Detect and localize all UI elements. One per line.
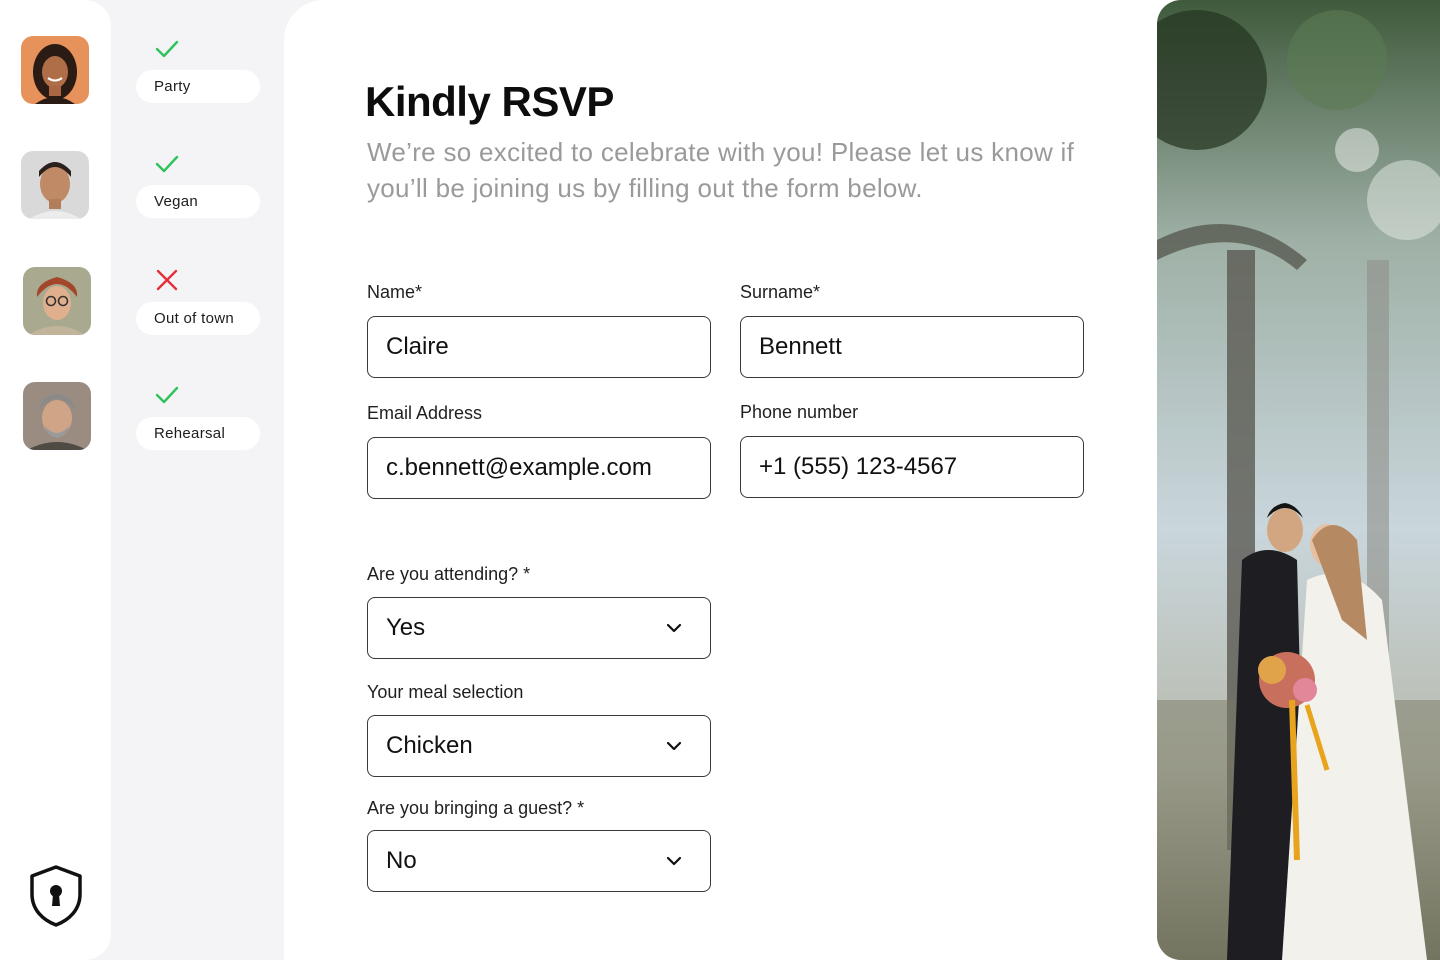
email-value: c.bennett@example.com <box>386 454 652 481</box>
status-badge[interactable]: Out of town <box>136 302 260 335</box>
phone-field[interactable]: +1 (555) 123-4567 <box>740 436 1084 498</box>
check-icon <box>155 155 179 173</box>
guest-label: Are you bringing a guest? * <box>367 798 585 818</box>
email-field[interactable]: c.bennett@example.com <box>367 437 711 499</box>
guest-avatar-2[interactable] <box>21 151 89 219</box>
meal-value: Chicken <box>386 732 473 759</box>
name-field[interactable]: Claire <box>367 316 711 378</box>
surname-label: Surname* <box>740 282 821 302</box>
page-subtitle: We’re so excited to celebrate with you! … <box>367 137 1075 203</box>
status-badge[interactable]: Party <box>136 70 260 103</box>
page-title: Kindly RSVP <box>365 78 614 125</box>
attending-label: Are you attending? * <box>367 564 531 584</box>
chevron-down-icon <box>666 856 682 866</box>
guest-value: No <box>386 847 417 874</box>
attending-select[interactable]: Yes <box>367 597 711 659</box>
guest-avatar-3[interactable] <box>23 267 91 335</box>
check-icon <box>155 386 179 404</box>
surname-value: Bennett <box>759 333 842 360</box>
shield-lock-icon[interactable] <box>28 864 84 928</box>
surname-field[interactable]: Bennett <box>740 316 1084 378</box>
guest-avatar-1[interactable] <box>21 36 89 104</box>
guest-select[interactable]: No <box>367 830 711 892</box>
wedding-couple-photo <box>1157 0 1440 960</box>
meal-select[interactable]: Chicken <box>367 715 711 777</box>
guest-avatar-4[interactable] <box>23 382 91 450</box>
phone-value: +1 (555) 123-4567 <box>759 453 958 480</box>
attending-value: Yes <box>386 614 426 641</box>
name-value: Claire <box>386 333 449 360</box>
check-icon <box>155 40 179 58</box>
phone-label: Phone number <box>740 402 859 422</box>
x-icon <box>156 269 178 291</box>
chevron-down-icon <box>666 741 682 751</box>
status-badge[interactable]: Vegan <box>136 185 260 218</box>
email-label: Email Address <box>367 403 483 423</box>
guest-avatar-rail <box>0 0 111 960</box>
chevron-down-icon <box>666 623 682 633</box>
meal-label: Your meal selection <box>367 682 524 702</box>
status-badge[interactable]: Rehearsal <box>136 417 260 450</box>
name-label: Name* <box>367 282 423 302</box>
